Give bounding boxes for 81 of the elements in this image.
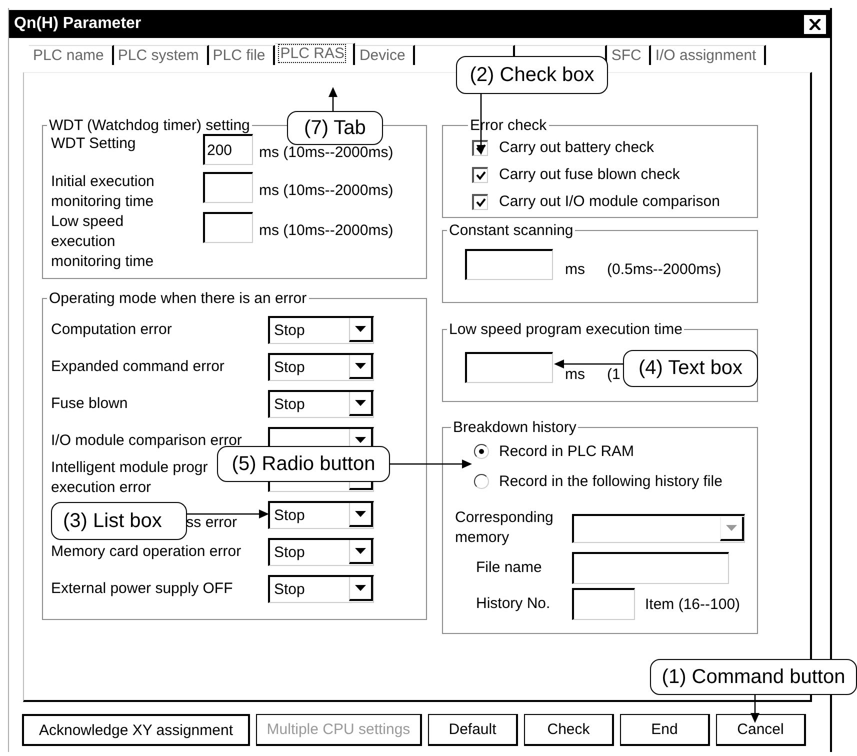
unit-label: ms (10ms--2000ms) [258, 182, 394, 199]
text-field[interactable]: 200 [203, 134, 253, 165]
callout-arrow [554, 360, 623, 368]
field-label: File name [475, 558, 543, 578]
field-label: Expanded command error [51, 356, 224, 376]
dropdown[interactable]: Stop [268, 390, 374, 418]
dropdown-arrow-icon [349, 355, 373, 379]
dropdown-arrow-icon [349, 540, 373, 564]
close-icon [809, 18, 821, 30]
dropdown[interactable]: Stop [268, 316, 374, 344]
field-label: External power supply OFF [51, 578, 233, 598]
checkbox[interactable] [472, 194, 488, 210]
command-button[interactable]: Check [524, 714, 614, 746]
unit-label: ms [564, 366, 586, 383]
callout-tooltip: (3) List box [51, 502, 187, 540]
checkbox-label: Carry out I/O module comparison [499, 193, 720, 210]
unit-label: ms [564, 261, 586, 278]
radio-label: Record in the following history file [499, 472, 722, 490]
field-label: Initial execution monitoring time [51, 173, 154, 210]
command-button[interactable]: Cancel [716, 714, 806, 746]
field-label: History No. [475, 594, 552, 614]
callout-tooltip: (4) Text box [623, 350, 758, 387]
tab[interactable]: PLC name [29, 45, 114, 65]
dropdown[interactable]: Stop [268, 352, 374, 380]
group-title: Breakdown history [452, 419, 578, 436]
tab[interactable]: I/O assignment [651, 45, 766, 65]
command-button[interactable]: Default [428, 714, 518, 746]
text-field[interactable] [572, 588, 635, 620]
dropdown[interactable]: Stop [268, 500, 374, 528]
callout-arrow [328, 87, 338, 111]
radio-button[interactable] [474, 474, 489, 488]
window-title: Qn(H) Parameter [14, 15, 142, 33]
checkbox[interactable] [472, 166, 488, 182]
callout-tooltip: (1) Command button [650, 659, 857, 695]
dropdown-arrow-icon [349, 503, 373, 527]
group-title: Constant scanning [448, 222, 574, 239]
group-title: WDT (Watchdog timer) setting [48, 117, 251, 134]
unit-label: ms (10ms--2000ms) [258, 222, 394, 239]
group-title: Low speed program execution time [448, 321, 684, 338]
command-button[interactable]: Acknowledge XY assignment [22, 714, 250, 746]
field-label: Memory card operation error [51, 542, 242, 562]
range-label: (0.5ms--2000ms) [606, 261, 722, 278]
unit-label: Item (16--100) [644, 596, 740, 612]
text-field[interactable] [465, 352, 553, 383]
callout-arrow [750, 695, 760, 723]
callout-tooltip: (5) Radio button [217, 446, 390, 482]
field-label: Intelligent module progr execution error [51, 458, 208, 498]
group-title: Operating mode when there is an error [48, 290, 308, 307]
dropdown[interactable]: Stop [268, 538, 374, 566]
checkmark-icon [476, 144, 486, 152]
radio-button[interactable] [474, 444, 489, 458]
command-button[interactable]: End [620, 714, 710, 746]
tab[interactable]: PLC system [114, 45, 209, 65]
tab[interactable]: PLC RAS [275, 43, 356, 65]
checkbox-label: Carry out fuse blown check [499, 166, 680, 183]
tab[interactable]: Device [355, 45, 416, 65]
field-label: Computation error [51, 320, 172, 340]
field-label: ss error [186, 514, 237, 531]
dropdown[interactable]: Stop [268, 574, 374, 602]
text-field[interactable] [203, 172, 253, 203]
tab[interactable]: PLC file [208, 45, 276, 65]
dropdown-arrow-icon [720, 516, 744, 540]
field-label: Corresponding memory [455, 508, 554, 548]
dropdown-arrow-icon [349, 392, 373, 416]
dropdown-arrow-icon [349, 318, 373, 342]
range-label: (1 [606, 366, 620, 383]
field-label: WDT Setting [51, 135, 136, 152]
field-label: Fuse blown [51, 394, 128, 414]
callout-tooltip: (2) Check box [456, 56, 608, 94]
field-label: Low speed execution monitoring time [51, 213, 154, 270]
checkmark-icon [476, 198, 486, 206]
radio-label: Record in PLC RAM [499, 442, 634, 460]
close-button[interactable] [803, 14, 827, 34]
checkbox-label: Carry out battery check [499, 139, 654, 156]
checkmark-icon [476, 170, 486, 180]
text-field[interactable] [572, 552, 729, 584]
callout-tooltip: (7) Tab [287, 111, 383, 145]
dropdown-arrow-icon [349, 577, 373, 601]
unit-label: ms (10ms--2000ms) [258, 144, 394, 161]
text-field[interactable] [465, 249, 553, 280]
text-field[interactable] [203, 212, 253, 243]
